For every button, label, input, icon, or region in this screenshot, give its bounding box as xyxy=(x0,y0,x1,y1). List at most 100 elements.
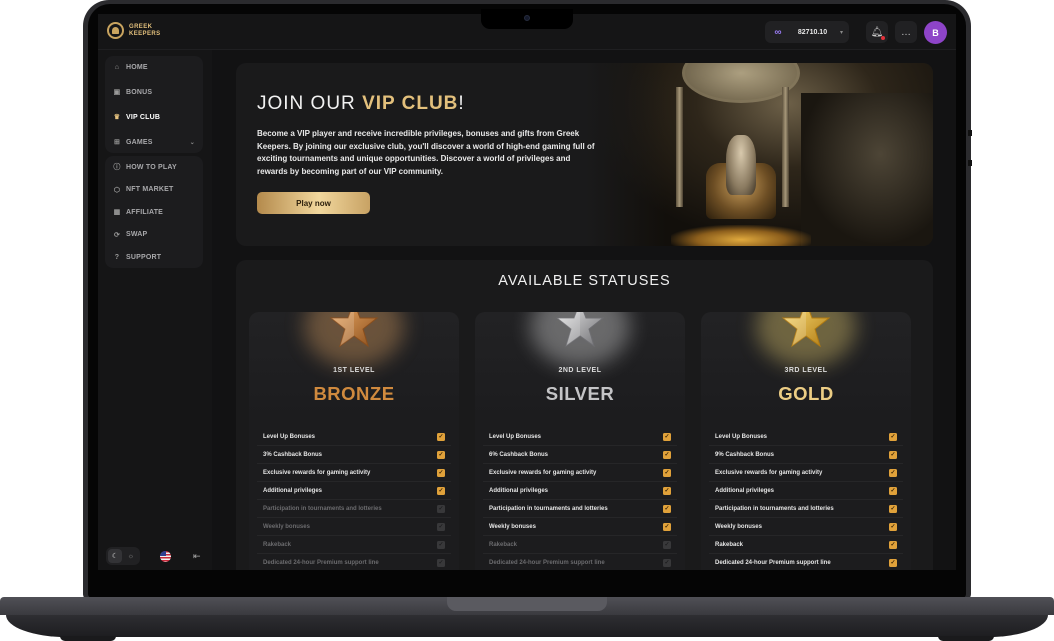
checkbox-checked-icon: ✓ xyxy=(889,522,897,531)
perk-label: 3% Cashback Bonus xyxy=(263,451,323,458)
sidebar-item-label: AFFILIATE xyxy=(126,208,164,216)
perk-label: Rakeback xyxy=(263,541,292,548)
sidebar-item-vip-club[interactable]: ♛ VIP CLUB xyxy=(105,106,203,128)
checkbox-checked-icon: ✓ xyxy=(663,468,671,477)
perk-row: 6% Cashback Bonus ✓ xyxy=(483,446,677,464)
perk-row: Exclusive rewards for gaming activity ✓ xyxy=(709,464,903,482)
chat-button[interactable]: … xyxy=(895,21,917,43)
perk-label: 6% Cashback Bonus xyxy=(489,451,549,458)
us-flag-icon[interactable] xyxy=(160,550,171,562)
chevron-down-icon: ▾ xyxy=(839,29,843,36)
hero-title: JOIN OUR VIP CLUB! xyxy=(257,93,465,115)
perk-label: Participation in tournaments and lotteri… xyxy=(489,505,608,512)
moon-icon[interactable]: ☾ xyxy=(108,549,122,563)
sidebar-item-how-to-play[interactable]: ⓘ HOW TO PLAY xyxy=(105,156,203,178)
hero-illustration xyxy=(586,63,933,246)
avatar[interactable]: B xyxy=(924,21,947,44)
perk-label: Participation in tournaments and lotteri… xyxy=(263,505,382,512)
sidebar-group-main: ⌂ HOME ▣ BONUS ♛ VIP CLUB ⊞ GAMES ⌄ xyxy=(105,56,203,153)
sidebar-item-nft-market[interactable]: ⬡ NFT MARKET xyxy=(105,179,203,201)
section-title: AVAILABLE STATUSES xyxy=(498,273,671,289)
sidebar-item-label: BONUS xyxy=(126,88,153,96)
perk-row: Rakeback ✓ xyxy=(257,536,451,554)
perk-label: Weekly bonuses xyxy=(489,523,536,530)
perk-row: Level Up Bonuses ✓ xyxy=(483,428,677,446)
perk-label: Exclusive rewards for gaming activity xyxy=(263,469,371,476)
hero-description: Become a VIP player and receive incredib… xyxy=(257,129,595,176)
checkbox-checked-icon: ✓ xyxy=(889,468,897,477)
brand-name: GREEK KEEPERS xyxy=(129,24,169,38)
balance-value: 82710.10 xyxy=(797,28,828,36)
perk-row: Dedicated 24-hour Premium support line ✓ xyxy=(709,554,903,570)
sidebar-item-affiliate[interactable]: ▦ AFFILIATE xyxy=(105,201,203,223)
sidebar-item-bonus[interactable]: ▣ BONUS xyxy=(105,81,203,103)
perk-row: Dedicated 24-hour Premium support line ✓ xyxy=(257,554,451,570)
sidebar: ⌂ HOME ▣ BONUS ♛ VIP CLUB ⊞ GAMES ⌄ ⓘ HO… xyxy=(98,50,212,570)
chat-icon: … xyxy=(901,26,911,38)
sidebar-item-support[interactable]: ? SUPPORT xyxy=(105,246,203,268)
notifications-button[interactable]: 🔔︎ xyxy=(866,21,888,43)
perk-row: Weekly bonuses ✓ xyxy=(257,518,451,536)
perk-label: Level Up Bonuses xyxy=(489,433,542,440)
app-screen: GREEK KEEPERS ∞ 82710.10 ▾ 🔔︎ … B ⌂ HOME… xyxy=(98,14,956,570)
sidebar-item-label: SUPPORT xyxy=(126,253,162,261)
checkbox-disabled-icon: ✓ xyxy=(437,558,445,567)
perk-label: Rakeback xyxy=(489,541,518,548)
checkbox-checked-icon: ✓ xyxy=(663,486,671,495)
help-icon: ? xyxy=(114,253,120,261)
brand-name-line1: GREEK xyxy=(129,23,153,30)
sidebar-item-label: SWAP xyxy=(126,231,148,238)
balance-selector[interactable]: ∞ 82710.10 ▾ xyxy=(765,21,849,43)
sidebar-item-swap[interactable]: ⟳ SWAP xyxy=(105,224,203,246)
polygon-icon: ∞ xyxy=(774,26,782,38)
sidebar-item-label: NFT MARKET xyxy=(126,186,174,193)
checkbox-checked-icon: ✓ xyxy=(889,540,897,549)
sun-icon[interactable]: ☼ xyxy=(124,549,138,563)
theme-toggle[interactable]: ☾ ☼ xyxy=(106,547,140,565)
status-card-gold: 3RD LEVEL GOLD Level Up Bonuses ✓ 9% Cashbac… xyxy=(701,312,911,570)
collapse-sidebar-icon[interactable]: ⇤ xyxy=(193,551,201,562)
perk-label: Additional privileges xyxy=(715,487,775,494)
perk-list: Level Up Bonuses ✓ 9% Cashback Bonus ✓ Exclu… xyxy=(709,428,903,570)
laptop-base xyxy=(0,597,1054,641)
perk-row: Weekly bonuses ✓ xyxy=(483,518,677,536)
checkbox-disabled-icon: ✓ xyxy=(437,504,445,513)
sidebar-item-label: VIP CLUB xyxy=(126,113,161,121)
owl-logo-icon xyxy=(107,22,124,39)
affiliate-icon: ▦ xyxy=(113,209,121,216)
brand-logo[interactable]: GREEK KEEPERS xyxy=(107,22,169,39)
perk-row: Participation in tournaments and lotteri… xyxy=(257,500,451,518)
perk-row: Participation in tournaments and lotteri… xyxy=(483,500,677,518)
perk-row: Exclusive rewards for gaming activity ✓ xyxy=(257,464,451,482)
info-icon: ⓘ xyxy=(113,164,121,171)
status-level: 1ST LEVEL xyxy=(333,367,375,374)
vip-hero-banner: JOIN OUR VIP CLUB! Become a VIP player a… xyxy=(236,63,933,246)
laptop-side-port xyxy=(968,130,972,136)
checkbox-checked-icon: ✓ xyxy=(437,486,445,495)
perk-label: Additional privileges xyxy=(263,487,323,494)
laptop-base-bottom xyxy=(6,615,1048,637)
checkbox-checked-icon: ✓ xyxy=(889,504,897,513)
perk-row: Additional privileges ✓ xyxy=(709,482,903,500)
hero-art-rocks xyxy=(801,93,933,246)
perk-label: Rakeback xyxy=(715,541,744,548)
play-now-button[interactable]: Play now xyxy=(257,192,370,214)
checkbox-checked-icon: ✓ xyxy=(889,486,897,495)
sidebar-item-label: HOME xyxy=(126,63,148,71)
perk-row: Level Up Bonuses ✓ xyxy=(709,428,903,446)
perk-label: Dedicated 24-hour Premium support line xyxy=(715,559,831,566)
perk-label: Participation in tournaments and lotteri… xyxy=(715,505,834,512)
hero-art-figure xyxy=(726,135,756,195)
checkbox-checked-icon: ✓ xyxy=(663,522,671,531)
perk-label: 9% Cashback Bonus xyxy=(715,451,775,458)
sidebar-item-games[interactable]: ⊞ GAMES ⌄ xyxy=(105,131,203,153)
star-icon xyxy=(781,312,831,350)
perk-list: Level Up Bonuses ✓ 3% Cashback Bonus ✓ Exclu… xyxy=(257,428,451,570)
checkbox-checked-icon: ✓ xyxy=(889,450,897,459)
status-name: GOLD xyxy=(778,383,834,404)
perk-label: Additional privileges xyxy=(489,487,549,494)
checkbox-checked-icon: ✓ xyxy=(437,450,445,459)
checkbox-checked-icon: ✓ xyxy=(889,432,897,441)
crown-icon: ♛ xyxy=(113,114,121,121)
sidebar-item-home[interactable]: ⌂ HOME xyxy=(105,56,203,78)
